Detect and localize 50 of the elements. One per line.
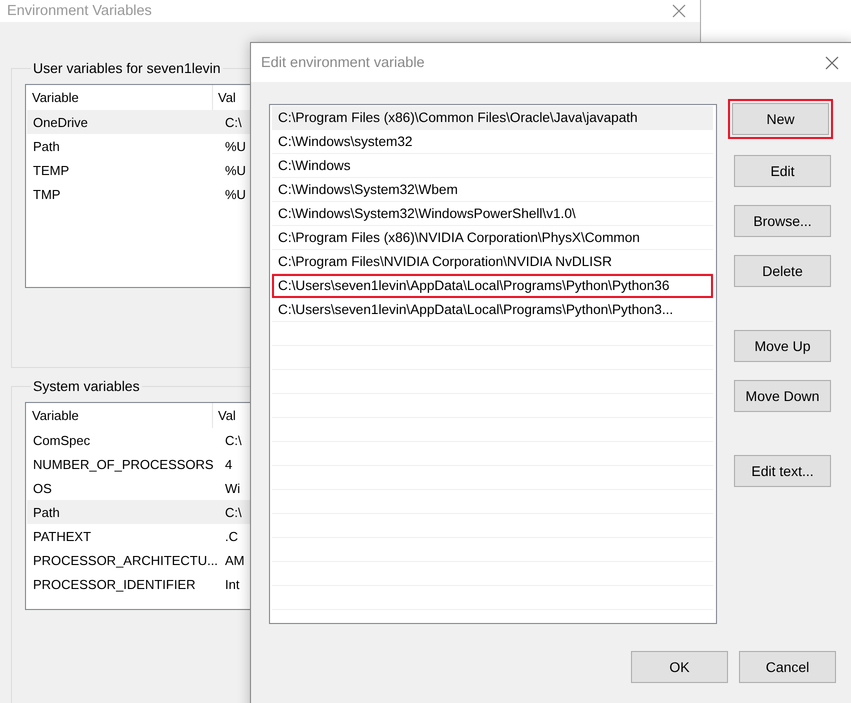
path-list[interactable] bbox=[269, 104, 717, 624]
variable-value: 4 bbox=[224, 456, 232, 472]
variable-name: OS bbox=[32, 480, 53, 496]
column-header[interactable]: Val bbox=[213, 85, 236, 110]
path-entry[interactable]: C:\Windows bbox=[272, 154, 713, 178]
close-icon[interactable] bbox=[672, 4, 686, 18]
variable-name: Path bbox=[32, 138, 61, 154]
variable-name: TEMP bbox=[32, 162, 70, 178]
variable-value: Int bbox=[224, 576, 240, 592]
dialog-button[interactable]: Edit bbox=[734, 155, 831, 187]
column-header[interactable]: Val bbox=[213, 403, 236, 428]
group-label: User variables for seven1levin bbox=[32, 60, 222, 76]
path-entry[interactable]: C:\Program Files (x86)\NVIDIA Corporation\PhysX\Common bbox=[272, 226, 713, 250]
dialog-title: Edit environment variable bbox=[261, 54, 425, 70]
variable-name: ComSpec bbox=[32, 432, 92, 448]
path-entry[interactable]: C:\Windows\System32\WindowsPowerShell\v1.0\ bbox=[272, 202, 713, 226]
variable-value: %U bbox=[224, 162, 246, 178]
variable-value: .C bbox=[224, 528, 238, 544]
variable-name: TMP bbox=[32, 186, 62, 202]
variable-name: PATHEXT bbox=[32, 528, 92, 544]
dialog-button[interactable]: Edit text... bbox=[734, 455, 831, 487]
variable-value: AM bbox=[224, 552, 244, 568]
dialog-button[interactable]: Move Down bbox=[734, 380, 831, 412]
close-icon[interactable] bbox=[825, 56, 839, 70]
path-entry[interactable]: C:\Windows\system32 bbox=[272, 130, 713, 154]
column-header[interactable]: Variable bbox=[26, 403, 213, 428]
group-label: System variables bbox=[32, 378, 141, 394]
variable-value: Wi bbox=[224, 480, 240, 496]
path-entry[interactable]: C:\Program Files\NVIDIA Corporation\NVIDIA NvDLISR bbox=[272, 250, 713, 274]
window-title: Environment Variables bbox=[7, 3, 152, 19]
variable-name: Path bbox=[32, 504, 61, 520]
variable-value: C:\ bbox=[224, 504, 242, 520]
variable-value: C:\ bbox=[224, 114, 242, 130]
dialog-button[interactable]: OK bbox=[631, 651, 728, 683]
path-entry[interactable]: C:\Users\seven1levin\AppData\Local\Programs\Python\Python3... bbox=[272, 298, 713, 322]
dialog-button[interactable]: Cancel bbox=[739, 651, 836, 683]
dialog-button[interactable]: Browse... bbox=[734, 205, 831, 237]
dialog-button[interactable]: Move Up bbox=[734, 330, 831, 362]
dialog-button[interactable]: Delete bbox=[734, 255, 831, 287]
dialog-button[interactable]: New bbox=[732, 103, 829, 135]
variable-name: PROCESSOR_ARCHITECTU... bbox=[32, 552, 219, 568]
path-entry[interactable]: C:\Windows\System32\Wbem bbox=[272, 178, 713, 202]
variable-name: OneDrive bbox=[32, 114, 89, 130]
variable-value: C:\ bbox=[224, 432, 242, 448]
variable-value: %U bbox=[224, 186, 246, 202]
variable-name: NUMBER_OF_PROCESSORS bbox=[32, 456, 215, 472]
path-entry[interactable]: C:\Users\seven1levin\AppData\Local\Programs\Python\Python36 bbox=[272, 274, 713, 298]
variable-value: %U bbox=[224, 138, 246, 154]
path-entry[interactable]: C:\Program Files (x86)\Common Files\Oracle\Java\javapath bbox=[272, 106, 713, 130]
variable-name: PROCESSOR_IDENTIFIER bbox=[32, 576, 197, 592]
